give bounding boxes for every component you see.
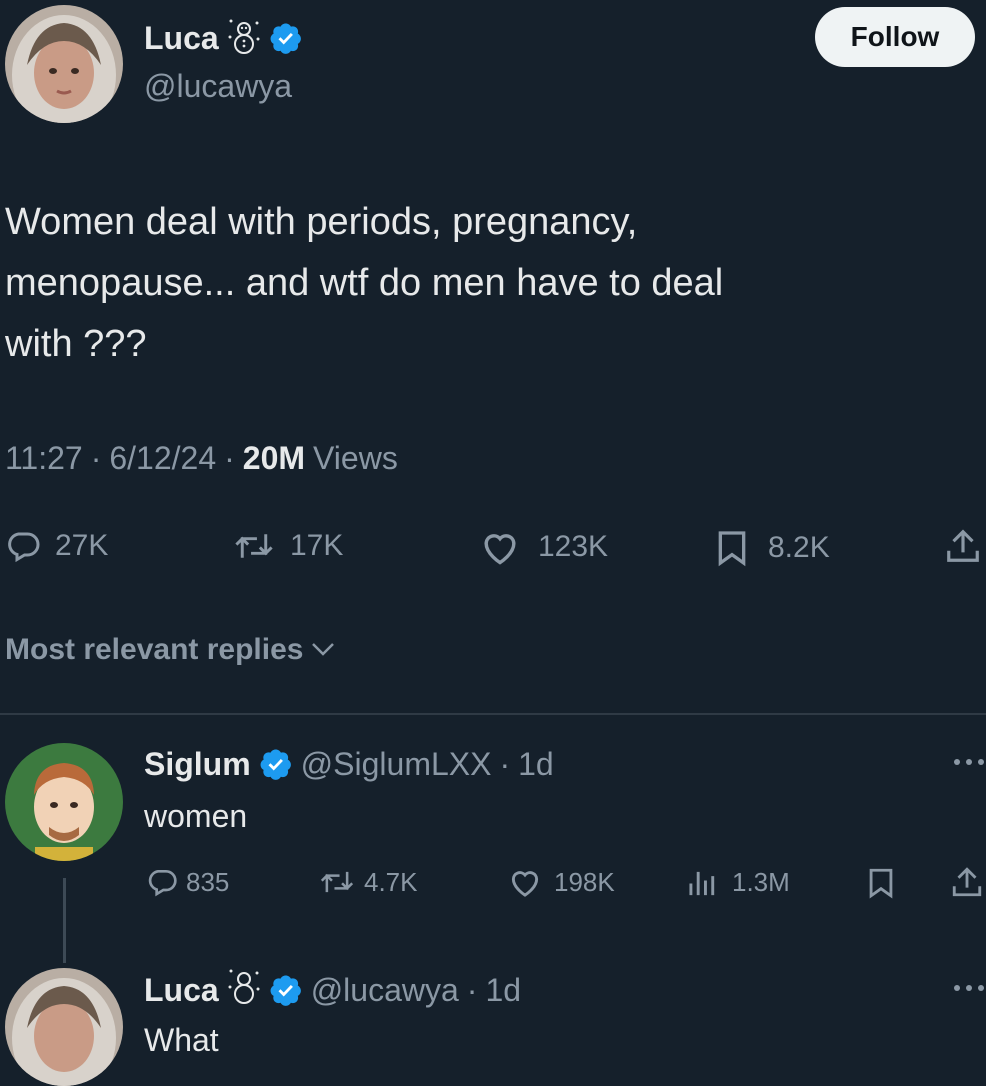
- verified-badge-icon[interactable]: [269, 973, 303, 1007]
- reply-views-button[interactable]: 1.3M: [686, 866, 790, 898]
- reply-text: women: [144, 798, 248, 834]
- reply2-text: What: [144, 1022, 219, 1058]
- more-icon: [952, 985, 986, 1002]
- reply-like-button[interactable]: 198K: [506, 866, 615, 898]
- replies-sort-dropdown[interactable]: Most relevant replies: [5, 633, 337, 667]
- meta-separator: ·: [224, 440, 235, 476]
- bookmark-count: 8.2K: [768, 531, 830, 564]
- reply-button[interactable]: 27K: [5, 528, 108, 564]
- views-count: 20M: [242, 440, 306, 476]
- bookmark-icon: [712, 528, 752, 568]
- tweet-time[interactable]: 11:27: [5, 440, 83, 477]
- bookmark-button[interactable]: 8.2K: [712, 528, 830, 568]
- tweet-text-line: menopause... and wtf do men have to deal: [5, 262, 724, 304]
- bookmark-icon: [864, 866, 898, 900]
- reply2-author-handle[interactable]: @lucawya: [311, 972, 459, 1009]
- like-button[interactable]: 123K: [478, 528, 608, 566]
- reply-icon: [5, 528, 41, 564]
- share-icon: [944, 526, 982, 566]
- author-handle[interactable]: @lucawya: [144, 68, 292, 105]
- replies-sort-label: Most relevant replies: [5, 633, 304, 666]
- share-icon: [950, 864, 984, 900]
- reply-reply-count: 835: [186, 866, 230, 897]
- like-icon: [506, 866, 544, 898]
- tweet-text-line: with ???: [5, 323, 147, 365]
- like-count: 123K: [538, 530, 609, 563]
- reply2-author-name[interactable]: Luca: [144, 972, 219, 1009]
- retweet-icon: [318, 866, 356, 898]
- like-icon: [478, 528, 522, 566]
- reply-reply-button[interactable]: 835: [146, 866, 229, 898]
- retweet-icon: [232, 528, 276, 564]
- meta-separator: ·: [90, 440, 102, 476]
- snowman-icon: [227, 967, 261, 1013]
- tweet-date[interactable]: 6/12/24: [109, 440, 216, 477]
- snowman-icon: [227, 17, 261, 60]
- more-button[interactable]: [952, 752, 986, 777]
- views-icon: [686, 866, 722, 898]
- views-label: Views: [313, 440, 398, 476]
- retweet-button[interactable]: 17K: [232, 528, 343, 564]
- author-name[interactable]: Luca: [144, 20, 219, 57]
- retweet-count: 17K: [290, 529, 344, 562]
- reply2-avatar[interactable]: [5, 968, 123, 1086]
- verified-badge-icon[interactable]: [259, 747, 293, 781]
- reply-like-count: 198K: [554, 866, 615, 897]
- reply2-age[interactable]: 1d: [485, 972, 521, 1009]
- tweet-text-line: Women deal with periods, pregnancy,: [5, 201, 638, 243]
- divider: [0, 713, 986, 715]
- reply-share-button[interactable]: [950, 864, 984, 900]
- thread-line: [63, 878, 66, 963]
- tweet-text: Women deal with periods, pregnancy, meno…: [5, 192, 723, 375]
- reply-icon: [146, 866, 178, 898]
- chevron-down-icon: [309, 633, 337, 667]
- author-name-row[interactable]: Luca: [144, 18, 303, 58]
- reply-avatar[interactable]: [5, 743, 123, 861]
- more-icon: [952, 759, 986, 776]
- reply-author-name[interactable]: Siglum: [144, 746, 251, 783]
- verified-badge-icon[interactable]: [269, 21, 303, 55]
- tweet-meta: 11:27 · 6/12/24 · 20M Views: [5, 440, 398, 477]
- reply-views-count: 1.3M: [732, 866, 790, 897]
- reply-retweet-count: 4.7K: [364, 866, 418, 897]
- follow-button[interactable]: Follow: [815, 7, 975, 67]
- reply-retweet-button[interactable]: 4.7K: [318, 866, 418, 898]
- reply-age[interactable]: 1d: [518, 746, 554, 783]
- reply2-header: Luca @lucawya · 1d: [144, 968, 521, 1012]
- reply-author-handle[interactable]: @SiglumLXX: [301, 746, 492, 783]
- reply-bookmark-button[interactable]: [864, 866, 898, 900]
- reply-count: 27K: [55, 529, 109, 562]
- more-button[interactable]: [952, 978, 986, 1003]
- meta-separator: ·: [499, 745, 511, 782]
- share-button[interactable]: [944, 526, 982, 566]
- author-avatar[interactable]: [5, 5, 123, 123]
- reply-header: Siglum @SiglumLXX · 1d: [144, 742, 554, 786]
- meta-separator: ·: [466, 971, 478, 1008]
